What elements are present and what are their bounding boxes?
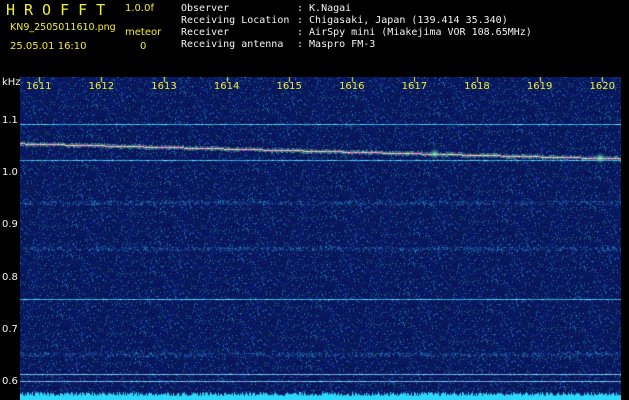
header-panel: HROFFT 1.0.0f KN9_2505011610.png meteor … [0,0,629,77]
y-tick-label: 0.8 [2,271,18,283]
receiver-value: : AirSpy mini (Miakejima VOR 108.65MHz) [297,27,532,38]
x-tick-label: 1617 [401,81,428,92]
antenna-label: Receiving antenna [181,39,284,50]
location-value: : Chigasaki, Japan (139.414 35.340) [297,15,508,26]
x-tick-label: 1612 [88,81,115,92]
x-tick-label: 1619 [526,81,553,92]
meteor-count: 0 [140,41,147,52]
y-axis-unit-label: kHz [2,77,21,88]
antenna-value: : Maspro FM-3 [297,39,376,50]
app-brand: HROFFT [6,1,115,19]
y-tick-label: 0.6 [2,376,18,388]
spectrogram-area: kHz 1.1 1.0 0.9 0.8 0.7 0.6 1611 1612 1613 1614 1… [0,77,629,400]
observation-datetime: 25.05.01 16:10 [10,41,87,52]
x-tick-label: 1616 [339,81,365,92]
app-version: 1.0.0f [125,3,154,14]
x-tick-label: 1615 [276,81,302,92]
y-tick-label: 0.9 [2,219,18,231]
x-tick-label: 1611 [26,81,52,92]
observer-value: : K.Nagai [297,3,352,14]
receiver-label: Receiver [181,27,230,38]
observer-label: Observer [181,3,230,14]
y-tick-label: 1.1 [2,114,18,126]
x-tick-label: 1620 [589,81,615,92]
y-tick-label: 1.0 [2,167,18,179]
x-tick-label: 1614 [213,81,240,92]
x-tick-label: 1618 [464,81,490,92]
spectrogram-canvas [20,77,621,400]
location-label: Receiving Location [181,15,290,26]
x-tick-label: 1613 [151,81,177,92]
meteor-label: meteor [125,27,162,38]
y-tick-label: 0.7 [2,323,18,335]
file-name: KN9_2505011610.png [10,22,116,33]
